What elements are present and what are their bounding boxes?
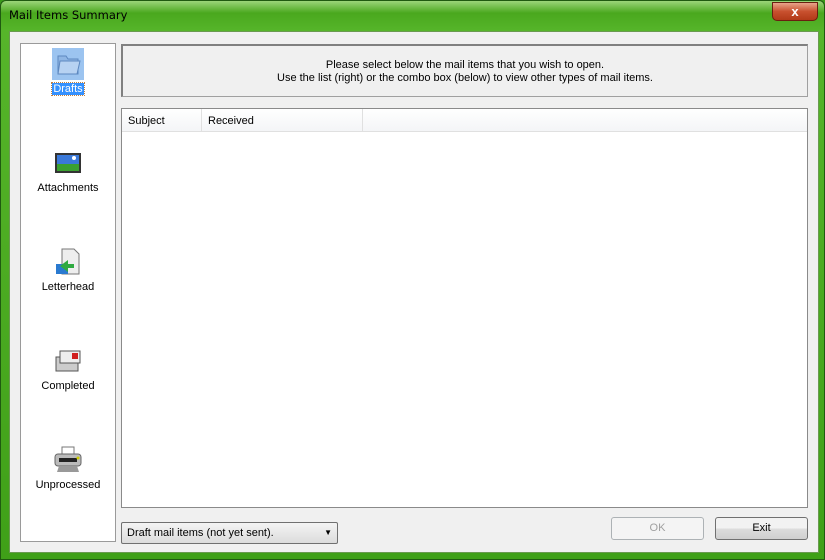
sidebar-item-label: Drafts — [51, 82, 85, 96]
mail-type-combo[interactable]: Draft mail items (not yet sent). ▼ — [121, 522, 338, 544]
printer-icon — [52, 444, 84, 476]
category-sidebar: Drafts Attachments Letterhead Completed … — [20, 43, 116, 542]
close-button[interactable]: x — [772, 2, 818, 21]
exit-button[interactable]: Exit — [715, 517, 808, 540]
ok-button[interactable]: OK — [611, 517, 704, 540]
sidebar-item-label: Attachments — [37, 182, 99, 194]
mail-items-list[interactable]: Subject Received — [121, 108, 808, 508]
sidebar-item-label: Letterhead — [41, 281, 95, 293]
column-header-received[interactable]: Received — [202, 109, 363, 131]
drafts-folder-icon — [52, 48, 84, 80]
picture-attachment-icon — [52, 147, 84, 179]
chevron-down-icon: ▼ — [324, 528, 332, 537]
client-area: Drafts Attachments Letterhead Completed … — [9, 31, 819, 553]
column-header-subject[interactable]: Subject — [122, 109, 202, 131]
instructions-panel: Please select below the mail items that … — [121, 44, 808, 97]
list-header: Subject Received — [122, 109, 807, 132]
completed-mail-icon — [52, 345, 84, 377]
window-title: Mail Items Summary — [9, 8, 128, 22]
sidebar-item-attachments[interactable]: Attachments — [21, 147, 115, 194]
sidebar-item-unprocessed[interactable]: Unprocessed — [21, 444, 115, 491]
sidebar-item-label: Unprocessed — [35, 479, 101, 491]
instructions-line-2: Use the list (right) or the combo box (b… — [277, 72, 653, 84]
sidebar-item-letterhead[interactable]: Letterhead — [21, 246, 115, 293]
instructions-line-1: Please select below the mail items that … — [325, 59, 605, 71]
sidebar-item-completed[interactable]: Completed — [21, 345, 115, 392]
sidebar-item-label: Completed — [41, 380, 95, 392]
mail-items-summary-window: Mail Items Summary x Drafts Attachments … — [0, 0, 825, 560]
sidebar-item-drafts[interactable]: Drafts — [21, 48, 115, 96]
combo-value: Draft mail items (not yet sent). — [127, 527, 274, 539]
letterhead-document-icon — [52, 246, 84, 278]
